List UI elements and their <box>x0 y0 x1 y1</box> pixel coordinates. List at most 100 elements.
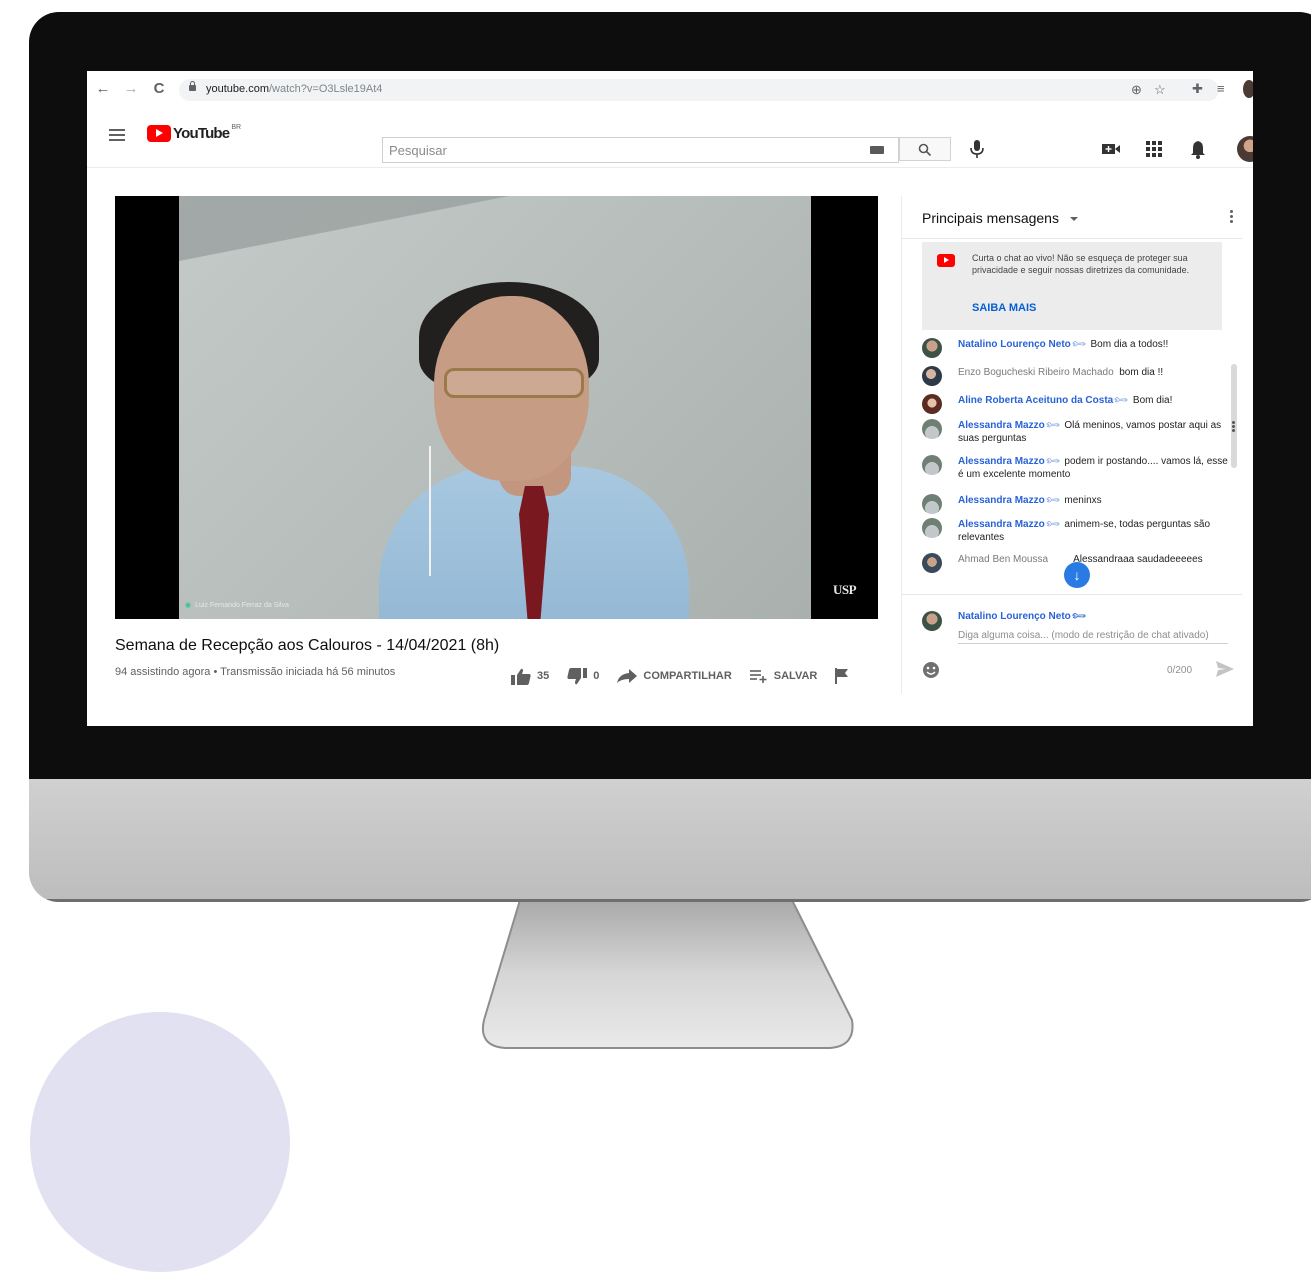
wrench-icon: 🔧︎ <box>1113 392 1130 409</box>
composer-author-name: Natalino Lourenço Neto <box>958 611 1071 622</box>
apps-grid-icon[interactable] <box>1144 139 1164 159</box>
chat-header: Principais mensagens <box>902 196 1242 239</box>
flag-icon <box>835 668 849 684</box>
emoji-icon[interactable] <box>922 661 940 679</box>
thumbs-up-icon <box>511 668 531 685</box>
message-options-icon[interactable] <box>1232 421 1235 433</box>
microphone-icon[interactable] <box>967 138 987 160</box>
wrench-icon: 🔧︎ <box>1044 516 1062 533</box>
presenter-glasses <box>444 368 584 398</box>
back-icon[interactable]: ← <box>95 80 111 98</box>
chat-notice-text: Curta o chat ao vivo! Não se esqueça de … <box>972 253 1190 275</box>
reading-list-icon[interactable]: ≡ <box>1217 82 1225 96</box>
decorative-circle <box>30 1012 290 1272</box>
chat-author[interactable]: Natalino Lourenço Neto <box>958 339 1071 350</box>
youtube-logo[interactable]: YouTube BR <box>147 124 242 142</box>
chat-author[interactable]: Alessandra Mazzo <box>958 420 1045 431</box>
like-count: 35 <box>537 670 550 682</box>
video-title: Semana de Recepção aos Calouros - 14/04/… <box>115 637 500 654</box>
wrench-icon: 🔧︎ <box>1044 417 1062 434</box>
chat-notice-banner: Curta o chat ao vivo! Não se esqueça de … <box>922 242 1222 330</box>
dislike-button[interactable]: 0 <box>567 667 600 685</box>
wrench-icon: 🔧︎ <box>1044 492 1062 509</box>
youtube-notice-icon <box>937 254 955 267</box>
live-chat: Principais mensagens Curta o chat ao viv… <box>901 196 1242 695</box>
thumbs-down-icon <box>567 667 588 684</box>
search-button[interactable] <box>899 137 951 161</box>
chat-author-avatar <box>922 394 942 414</box>
char-counter: 0/200 <box>1167 665 1193 676</box>
chat-scrollbar[interactable] <box>1231 364 1237 468</box>
screen: ← → C youtube.com/watch?v=O3Lsle19At4 ⊕ … <box>87 71 1253 726</box>
share-button[interactable]: COMPARTILHAR <box>617 669 732 683</box>
chat-author-avatar <box>922 494 942 514</box>
chat-author-avatar <box>922 553 942 573</box>
menu-icon[interactable] <box>109 129 125 141</box>
wrench-icon: 🔧︎ <box>1070 608 1088 625</box>
chat-author-avatar <box>922 455 942 475</box>
reload-icon[interactable]: C <box>151 80 167 98</box>
extensions-icon[interactable]: ✚ <box>1192 82 1203 96</box>
chat-text: Bom dia! <box>1132 395 1173 406</box>
presenter-name-tag: ◉ Luiz Fernando Ferraz da Silva <box>185 601 289 609</box>
browser-toolbar: ← → C youtube.com/watch?v=O3Lsle19At4 ⊕ … <box>87 71 1253 110</box>
address-bar[interactable]: youtube.com/watch?v=O3Lsle19At4 ⊕ ☆ <box>179 79 1219 101</box>
composer-author: Natalino Lourenço Neto🔧︎ <box>958 608 1091 625</box>
earphone-cable <box>429 446 431 576</box>
chat-author[interactable]: Alessandra Mazzo <box>958 519 1045 530</box>
chat-author-avatar <box>922 338 942 358</box>
bookmark-star-icon[interactable]: ☆ <box>1154 83 1166 97</box>
chat-author[interactable]: Alessandra Mazzo <box>958 456 1045 467</box>
mic-active-icon: ◉ <box>185 602 192 609</box>
send-icon[interactable] <box>1216 661 1234 677</box>
video-actions: 35 0 COMPARTILHAR SALVAR <box>511 667 855 685</box>
chat-author-avatar <box>922 419 942 439</box>
video-player[interactable]: ◉ Luiz Fernando Ferraz da Silva USP <box>115 196 878 619</box>
forward-icon[interactable]: → <box>123 80 139 98</box>
scroll-to-bottom-button[interactable]: ↓ <box>1064 562 1090 588</box>
url-host: youtube.com <box>206 83 269 95</box>
chat-input[interactable]: Diga alguma coisa... (modo de restrição … <box>958 629 1228 644</box>
chat-text: bom dia !! <box>1119 367 1164 378</box>
usp-watermark: USP <box>833 582 857 597</box>
like-button[interactable]: 35 <box>511 668 549 685</box>
share-label: COMPARTILHAR <box>643 670 732 682</box>
lock-icon <box>189 81 196 91</box>
learn-more-link[interactable]: SAIBA MAIS <box>972 302 1036 314</box>
wrench-icon: 🔧︎ <box>1044 453 1062 470</box>
youtube-masthead: YouTube BR <box>87 109 1253 168</box>
account-avatar[interactable] <box>1237 136 1253 162</box>
search-box <box>382 137 899 163</box>
search-icon <box>918 143 932 157</box>
chat-text: Bom dia a todos!! <box>1090 339 1169 350</box>
video-meta: 94 assistindo agora • Transmissão inicia… <box>115 666 396 678</box>
playlist-add-icon <box>749 670 767 683</box>
chat-author[interactable]: Aline Roberta Aceituno da Costa <box>958 395 1113 406</box>
wrench-icon: 🔧︎ <box>1070 336 1088 353</box>
url-text: youtube.com/watch?v=O3Lsle19At4 <box>206 83 382 95</box>
keyboard-icon[interactable] <box>870 146 884 154</box>
video-frame <box>179 196 811 619</box>
profile-icon[interactable] <box>1243 80 1253 98</box>
chat-more-options-icon[interactable] <box>1230 210 1233 225</box>
chat-author[interactable]: Ahmad Ben Moussa <box>958 554 1048 565</box>
install-icon[interactable]: ⊕ <box>1131 83 1142 97</box>
search-input[interactable] <box>383 138 853 162</box>
dislike-count: 0 <box>593 670 600 682</box>
youtube-logo-text: YouTube <box>173 125 230 142</box>
chat-text: Alessandraaa saudadeeeees <box>1073 554 1203 565</box>
report-button[interactable] <box>835 668 855 684</box>
chat-author-avatar <box>922 366 942 386</box>
chat-mode-dropdown[interactable]: Principais mensagens <box>922 210 1059 226</box>
chat-author[interactable]: Enzo Bogucheski Ribeiro Machado <box>958 367 1114 378</box>
chat-author-avatar <box>922 518 942 538</box>
chat-text: meninxs <box>1064 495 1102 506</box>
chat-author[interactable]: Alessandra Mazzo <box>958 495 1045 506</box>
region-code: BR <box>231 124 242 131</box>
create-video-icon[interactable] <box>1101 139 1121 159</box>
notifications-bell-icon[interactable] <box>1188 139 1208 159</box>
dropdown-caret-icon[interactable] <box>1070 217 1078 221</box>
presenter-name: Luiz Fernando Ferraz da Silva <box>195 602 289 609</box>
arrow-down-icon: ↓ <box>1073 567 1081 583</box>
save-button[interactable]: SALVAR <box>749 669 817 683</box>
